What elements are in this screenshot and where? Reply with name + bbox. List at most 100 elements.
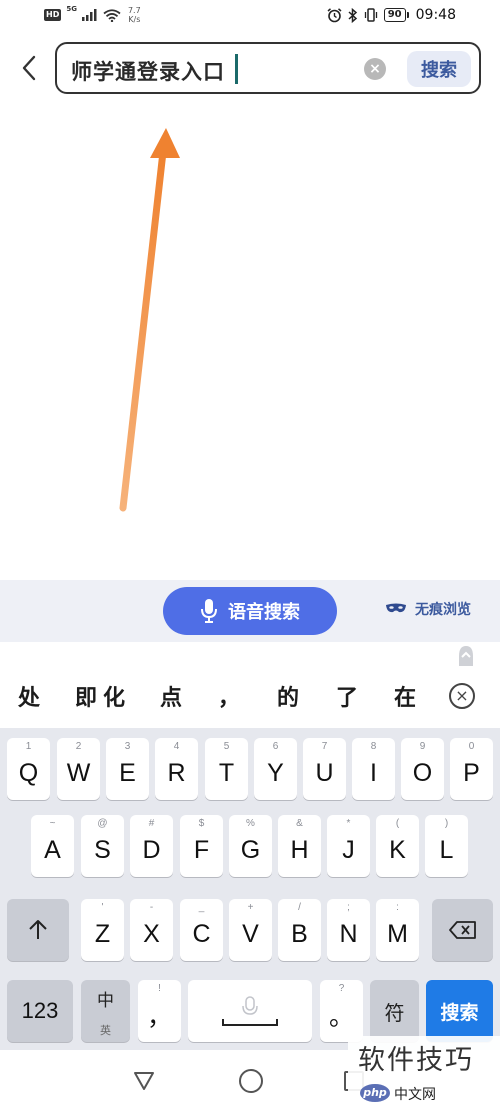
key-sub: +: [247, 902, 254, 913]
candidate-word[interactable]: 处: [18, 680, 40, 712]
key-e[interactable]: 3E: [106, 738, 149, 800]
candidate-word[interactable]: 了: [336, 680, 358, 712]
incognito-label: 无痕浏览: [415, 602, 471, 618]
candidate-word[interactable]: 化: [103, 680, 125, 712]
key-h[interactable]: & H: [278, 815, 321, 877]
hd-badge: HD: [44, 9, 62, 21]
key-p[interactable]: 0P: [450, 738, 493, 800]
key-main: ，: [146, 1003, 172, 1031]
key-main: Y: [267, 758, 284, 787]
key-main: U: [315, 758, 334, 787]
key-v[interactable]: + V: [229, 899, 272, 961]
key-c[interactable]: _ C: [180, 899, 223, 961]
search-button[interactable]: 搜索: [407, 51, 471, 87]
incognito-button[interactable]: 无痕浏览: [385, 599, 471, 619]
key-main: D: [142, 835, 161, 864]
key-main: F: [193, 835, 210, 864]
key-j[interactable]: * J: [327, 815, 370, 877]
key-sub: :: [396, 902, 399, 913]
key-g[interactable]: % G: [229, 815, 272, 877]
candidate-word[interactable]: 即: [75, 680, 97, 712]
candidate-word[interactable]: 在: [394, 680, 416, 712]
search-input[interactable]: 师学通登录入口 × 搜索: [55, 42, 481, 94]
key-i[interactable]: 8I: [352, 738, 395, 800]
backspace-key[interactable]: [432, 899, 493, 961]
watermark: 软件技巧 php 中文网: [348, 1036, 500, 1111]
close-candidates-icon[interactable]: ×: [449, 683, 475, 709]
key-sub: (: [395, 818, 400, 829]
key-u[interactable]: 7U: [303, 738, 346, 800]
key-sub: 2: [75, 741, 82, 752]
vibrate-icon: [364, 8, 377, 22]
mask-icon: [386, 603, 406, 613]
key-s[interactable]: @ S: [81, 815, 124, 877]
key-k[interactable]: (K: [376, 815, 419, 877]
symbol-key[interactable]: 符: [370, 980, 419, 1042]
key-n[interactable]: ; N: [327, 899, 370, 961]
wifi-icon: [103, 8, 121, 22]
key-l[interactable]: ) L: [425, 815, 468, 877]
key-q[interactable]: 1Q: [7, 738, 50, 800]
key-main: Z: [94, 919, 111, 948]
key-sub: 0: [468, 741, 475, 752]
key-x[interactable]: -X: [130, 899, 173, 961]
voice-search-button[interactable]: 语音搜索: [163, 587, 337, 635]
key-m[interactable]: :M: [376, 899, 419, 961]
nav-home-icon[interactable]: [239, 1069, 263, 1093]
nav-back-icon[interactable]: [132, 1070, 156, 1092]
search-query-text: 师学通登录入口: [71, 59, 225, 84]
space-key[interactable]: [188, 980, 312, 1042]
key-z[interactable]: ' Z: [81, 899, 124, 961]
shift-key[interactable]: [7, 899, 69, 961]
space-microphone-icon: [222, 996, 278, 1026]
key-f[interactable]: $ F: [180, 815, 223, 877]
numeric-key[interactable]: 123: [7, 980, 73, 1042]
key-main: L: [439, 835, 454, 864]
network-speed: 7.7 K/s: [128, 6, 141, 24]
key-d[interactable]: # D: [130, 815, 173, 877]
clear-icon[interactable]: ×: [364, 58, 386, 80]
key-r[interactable]: 4R: [155, 738, 198, 800]
period-key[interactable]: ? 。: [320, 980, 363, 1042]
key-main: J: [342, 835, 355, 864]
key-sub: 7: [321, 741, 328, 752]
key-t[interactable]: 5T: [205, 738, 248, 800]
candidate-word[interactable]: ，: [218, 680, 240, 712]
watermark-sub: 中文网: [394, 1087, 436, 1103]
signal-icon: [81, 9, 97, 21]
candidate-word[interactable]: 点: [160, 680, 182, 712]
key-main: C: [192, 919, 211, 948]
comma-key[interactable]: ! ，: [138, 980, 181, 1042]
key-main: S: [94, 835, 111, 864]
candidate-word[interactable]: 的: [277, 680, 299, 712]
back-button[interactable]: [16, 52, 42, 84]
key-b[interactable]: / B: [278, 899, 321, 961]
key-sub: 4: [173, 741, 180, 752]
alarm-icon: [327, 7, 342, 22]
key-a[interactable]: ~ A: [31, 815, 74, 877]
key-main: X: [143, 919, 160, 948]
key-o[interactable]: 9O: [401, 738, 444, 800]
language-switch-key[interactable]: 中 英: [81, 980, 130, 1042]
keyboard-collapse-icon[interactable]: [455, 644, 477, 668]
symbol-key-label: 符: [384, 1000, 405, 1025]
key-sub: *: [346, 818, 351, 829]
network-type: 5G: [66, 5, 77, 13]
key-main: V: [242, 919, 259, 948]
key-sub: ': [101, 902, 104, 913]
key-y[interactable]: 6Y: [254, 738, 297, 800]
key-main: A: [44, 835, 61, 864]
key-main: Q: [18, 758, 39, 787]
search-enter-key[interactable]: 搜索: [426, 980, 493, 1042]
key-main: O: [412, 758, 433, 787]
keyboard: 1Q 2W 3E 4R 5T 6Y 7U 8I 9O 0P ~ A @ S # D $…: [0, 728, 500, 1050]
microphone-icon: [201, 599, 217, 623]
key-sub: 3: [124, 741, 131, 752]
key-w[interactable]: 2W: [57, 738, 100, 800]
key-sub: @: [97, 818, 108, 829]
key-main: G: [240, 835, 261, 864]
shift-arrow-icon: [29, 920, 47, 939]
key-sub: ): [444, 818, 449, 829]
key-main: M: [387, 919, 408, 948]
backspace-icon: [448, 921, 476, 939]
